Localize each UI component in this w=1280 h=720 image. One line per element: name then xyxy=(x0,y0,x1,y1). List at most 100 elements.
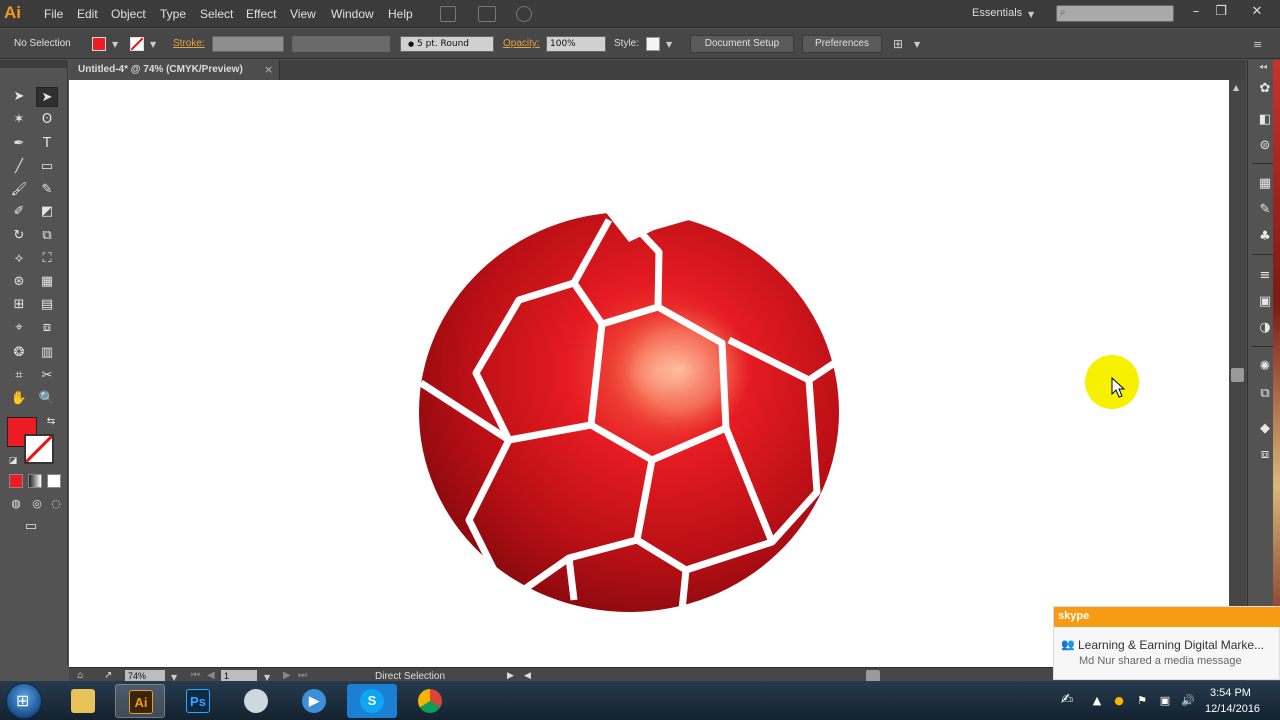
symbols-icon[interactable]: ♣ xyxy=(1256,228,1274,246)
transparency-icon[interactable]: ◑ xyxy=(1256,319,1274,337)
magic-wand-tool-icon[interactable]: ✶ xyxy=(8,110,30,130)
width-tool-icon[interactable]: ⟡ xyxy=(8,249,30,269)
preferences-button[interactable]: Preferences xyxy=(802,35,882,53)
stroke-label[interactable]: Stroke: xyxy=(173,38,205,49)
vertical-scrollbar[interactable]: ▲ xyxy=(1229,80,1246,667)
slice-tool-icon[interactable]: ✂ xyxy=(36,366,58,386)
stroke-icon[interactable]: ≡ xyxy=(1256,267,1274,285)
steam-icon[interactable] xyxy=(231,684,281,718)
pen-input-icon[interactable]: ✍ xyxy=(1060,690,1074,708)
menu-edit[interactable]: Edit xyxy=(77,7,98,21)
photoshop-icon[interactable]: Ps xyxy=(173,684,223,718)
menu-window[interactable]: Window xyxy=(331,7,374,21)
shape-builder-tool-icon[interactable]: ⊛ xyxy=(8,272,30,292)
stroke-weight-field[interactable] xyxy=(212,36,284,52)
workspace-switcher[interactable]: Essentials xyxy=(972,7,1022,19)
artboards-icon[interactable]: ⧈ xyxy=(1256,446,1274,464)
first-artboard-icon[interactable]: ⏮ xyxy=(191,670,200,681)
search-input[interactable]: ⌕ xyxy=(1056,5,1174,22)
arrange-icon[interactable]: ⊞ xyxy=(893,37,903,51)
next-artboard-icon[interactable]: ▶ xyxy=(283,670,291,681)
color-icon[interactable]: ◧ xyxy=(1256,111,1274,129)
gradient-icon[interactable]: ▣ xyxy=(1256,293,1274,311)
clock-date[interactable]: 12/14/2016 xyxy=(1205,703,1260,715)
menu-type[interactable]: Type xyxy=(160,7,186,21)
close-icon[interactable]: ✕ xyxy=(1248,4,1266,20)
network-icon[interactable]: ▣ xyxy=(1158,694,1172,708)
menu-view[interactable]: View xyxy=(290,7,316,21)
chevron-down-icon[interactable]: ▼ xyxy=(666,40,672,49)
brush-definition[interactable]: ● 5 pt. Round xyxy=(400,36,494,52)
menu-object[interactable]: Object xyxy=(111,7,146,21)
clock-time[interactable]: 3:54 PM xyxy=(1210,687,1251,699)
scroll-left-icon[interactable]: ◀ xyxy=(524,671,531,681)
eyedropper-tool-icon[interactable]: ⌖ xyxy=(8,318,30,338)
lasso-tool-icon[interactable]: ʘ xyxy=(36,110,58,130)
chrome-icon[interactable] xyxy=(405,684,455,718)
bridge-icon[interactable] xyxy=(440,6,456,22)
opacity-label[interactable]: Opacity: xyxy=(503,38,540,49)
mesh-tool-icon[interactable]: ⊞ xyxy=(8,295,30,315)
menu-effect[interactable]: Effect xyxy=(246,7,276,21)
column-graph-tool-icon[interactable]: ▥ xyxy=(36,343,58,363)
restore-icon[interactable]: ❐ xyxy=(1212,4,1230,20)
windows-start-icon[interactable]: ⊞ xyxy=(6,683,42,719)
expand-panels-icon[interactable]: ◂◂ xyxy=(1259,62,1267,71)
hand-tool-icon[interactable]: ✋ xyxy=(8,389,30,409)
artboard-tool-icon[interactable]: ⌗ xyxy=(8,366,30,386)
volume-icon[interactable]: 🔊 xyxy=(1181,694,1195,708)
paintbrush-tool-icon[interactable]: 🖌 xyxy=(8,180,30,200)
vertical-scroll-thumb[interactable] xyxy=(1231,368,1244,382)
last-artboard-icon[interactable]: ⏭ xyxy=(298,670,307,681)
graphic-styles-icon[interactable]: ✺ xyxy=(1256,358,1274,376)
gpu-performance-icon[interactable] xyxy=(516,6,532,22)
swatches-icon[interactable]: ▦ xyxy=(1256,175,1274,193)
align-icon[interactable]: ⧉ xyxy=(1256,385,1274,403)
chevron-down-icon[interactable]: ▼ xyxy=(150,40,156,49)
selection-tool-icon[interactable]: ➤ xyxy=(8,87,30,107)
previous-artboard-icon[interactable]: ◀ xyxy=(207,670,215,681)
soccer-ball-artwork[interactable] xyxy=(69,80,1229,667)
panel-menu-icon[interactable]: ≡ xyxy=(1253,38,1262,51)
menu-file[interactable]: File xyxy=(44,7,63,21)
document-setup-button[interactable]: Document Setup xyxy=(690,35,794,53)
perspective-grid-tool-icon[interactable]: ▦ xyxy=(36,272,58,292)
scroll-up-icon[interactable]: ▲ xyxy=(1233,83,1239,92)
symbol-sprayer-tool-icon[interactable]: ❂ xyxy=(8,343,30,363)
color-mode-icon[interactable] xyxy=(9,474,23,488)
stroke-swatch[interactable] xyxy=(24,434,54,464)
color-guide-icon[interactable]: ✿ xyxy=(1256,80,1274,98)
stroke-color-swatch[interactable] xyxy=(130,37,144,51)
scale-tool-icon[interactable]: ⧉ xyxy=(36,226,58,246)
open-in-bridge-icon[interactable]: ↗ xyxy=(104,670,112,681)
layers-icon[interactable]: ◆ xyxy=(1256,420,1274,438)
skype-icon[interactable]: S xyxy=(347,684,397,718)
action-center-icon[interactable]: ⚑ xyxy=(1135,694,1149,708)
panel-grip[interactable] xyxy=(0,60,68,68)
gpu-preview-icon[interactable]: ⌂ xyxy=(77,670,83,681)
draw-normal-icon[interactable]: ◍ xyxy=(5,494,27,514)
rectangle-tool-icon[interactable]: ▭ xyxy=(36,157,58,177)
free-transform-tool-icon[interactable]: ⛶ xyxy=(36,249,58,269)
artboard-canvas[interactable] xyxy=(69,80,1229,667)
default-colors-icon[interactable]: ◪ xyxy=(2,451,24,471)
pen-tool-icon[interactable]: ✒ xyxy=(8,134,30,154)
blob-brush-tool-icon[interactable]: ✐ xyxy=(8,202,30,222)
type-tool-icon[interactable]: T xyxy=(36,134,58,154)
skype-notification[interactable]: skype 👥 Learning & Earning Digital Marke… xyxy=(1053,606,1280,680)
media-player-icon[interactable]: ▶ xyxy=(289,684,339,718)
brushes-icon[interactable]: ✎ xyxy=(1256,201,1274,219)
opacity-field[interactable]: 100% xyxy=(546,36,606,52)
line-tool-icon[interactable]: ╱ xyxy=(8,157,30,177)
gradient-tool-icon[interactable]: ▤ xyxy=(36,295,58,315)
document-tab[interactable]: Untitled-4* @ 74% (CMYK/Preview) × xyxy=(69,60,280,80)
gradient-mode-icon[interactable] xyxy=(28,474,42,488)
close-tab-icon[interactable]: × xyxy=(264,63,273,76)
chevron-down-icon[interactable]: ▼ xyxy=(1028,10,1034,19)
status-menu-arrow-icon[interactable]: ▶ xyxy=(507,671,514,681)
rotate-tool-icon[interactable]: ↻ xyxy=(8,226,30,246)
blend-tool-icon[interactable]: ⧈ xyxy=(36,318,58,338)
variable-width-profile[interactable] xyxy=(292,36,390,52)
draw-inside-icon[interactable]: ◌ xyxy=(45,494,67,514)
file-explorer-icon[interactable] xyxy=(58,684,108,718)
